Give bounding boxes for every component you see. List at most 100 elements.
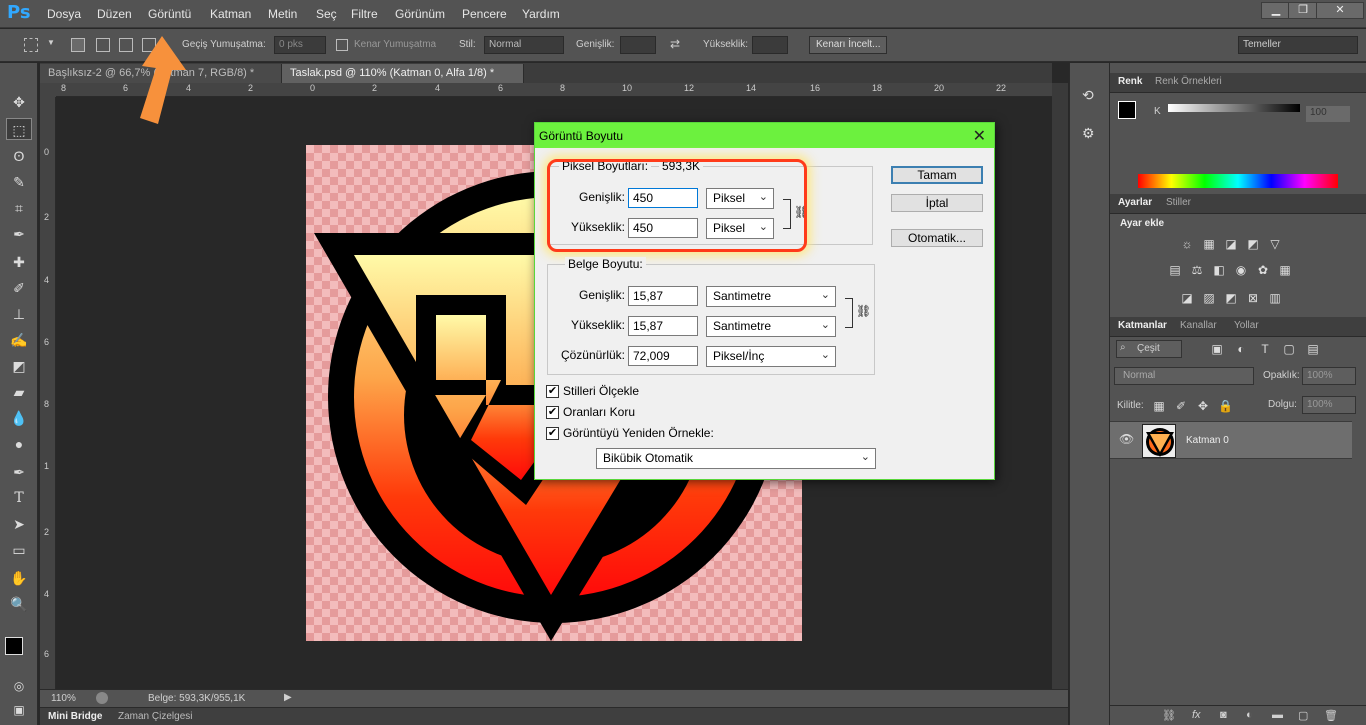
stamp-tool-icon[interactable]: ⊥	[6, 303, 32, 325]
adjustment-layer-icon[interactable]: ◐	[1246, 709, 1253, 721]
style-select[interactable]: Normal	[484, 36, 564, 54]
group-icon[interactable]: ▬	[1272, 709, 1283, 721]
color-balance-icon[interactable]: ⚖	[1190, 263, 1204, 277]
status-arrow-icon[interactable]: ▶	[284, 692, 292, 703]
tab-mini-bridge[interactable]: Mini Bridge	[48, 711, 102, 722]
resample-method-select[interactable]: Bikübik Otomatik ⌄	[596, 448, 876, 469]
resample-checkbox[interactable]: ✔	[546, 427, 559, 440]
vibrance-icon[interactable]: ▽	[1268, 237, 1282, 251]
tab-channels[interactable]: Kanallar	[1180, 320, 1217, 331]
tab-layers[interactable]: Katmanlar	[1118, 320, 1167, 331]
doc-height-input[interactable]: 15,87	[628, 316, 698, 336]
new-layer-icon[interactable]: ▢	[1298, 709, 1308, 722]
filter-adjustment-icon[interactable]: ◐	[1234, 342, 1248, 356]
workspace-select[interactable]: Temeller	[1238, 36, 1358, 54]
zoom-level[interactable]: 110%	[51, 693, 76, 704]
minimize-icon[interactable]: ▁	[1261, 2, 1291, 19]
hand-tool-icon[interactable]: ✋	[6, 567, 32, 589]
share-icon[interactable]	[96, 692, 108, 704]
foreground-color-swatch[interactable]	[5, 637, 23, 655]
fx-icon[interactable]: fx	[1192, 709, 1201, 721]
threshold-icon[interactable]: ◩	[1224, 291, 1238, 305]
bw-icon[interactable]: ◧	[1212, 263, 1226, 277]
mask-icon[interactable]: ◙	[1220, 709, 1227, 721]
doc-width-unit-select[interactable]: Santimetre ⌄	[706, 286, 836, 307]
gradient-map-icon[interactable]: ▥	[1268, 291, 1282, 305]
doc-width-input[interactable]: 15,87	[628, 286, 698, 306]
lasso-tool-icon[interactable]: ʘ	[6, 145, 32, 167]
vertical-scrollbar[interactable]	[1052, 83, 1068, 689]
tab-color[interactable]: Renk	[1118, 76, 1142, 87]
trash-icon[interactable]: 🗑	[1324, 709, 1338, 722]
pen-tool-icon[interactable]: ✒	[6, 461, 32, 483]
refine-edge-button[interactable]: Kenarı İncelt...	[809, 36, 888, 54]
close-icon[interactable]: ✕	[973, 126, 986, 146]
close-icon[interactable]: ✕	[1316, 2, 1364, 19]
gradient-tool-icon[interactable]: ▰	[6, 381, 32, 403]
chevron-down-icon[interactable]: ▼	[47, 38, 55, 47]
scale-styles-checkbox[interactable]: ✔	[546, 385, 559, 398]
photo-filter-icon[interactable]: ◉	[1234, 263, 1248, 277]
hue-icon[interactable]: ▤	[1168, 263, 1182, 277]
curves-icon[interactable]: ◪	[1224, 237, 1238, 251]
layer-name[interactable]: Katman 0	[1186, 435, 1229, 446]
layer-row[interactable]: 👁 Katman 0	[1110, 421, 1352, 459]
filter-smart-icon[interactable]: ▤	[1306, 342, 1320, 356]
marquee-preset-icon[interactable]	[24, 38, 38, 52]
healing-brush-icon[interactable]: ✚	[6, 251, 32, 273]
color-foreground-swatch[interactable]	[1118, 101, 1136, 119]
auto-button[interactable]: Otomatik...	[891, 229, 983, 247]
cancel-button[interactable]: İptal	[891, 194, 983, 212]
menu-filter[interactable]: Filtre	[351, 7, 378, 21]
eye-icon[interactable]: 👁	[1119, 432, 1134, 446]
ok-button[interactable]: Tamam	[891, 166, 983, 184]
lock-position-icon[interactable]: ✥	[1196, 399, 1210, 413]
filter-shape-icon[interactable]: ▢	[1282, 342, 1296, 356]
width-input[interactable]	[620, 36, 656, 54]
resolution-input[interactable]: 72,009	[628, 346, 698, 366]
properties-icon[interactable]: ⚙	[1082, 125, 1095, 142]
color-spectrum[interactable]	[1138, 174, 1338, 188]
levels-icon[interactable]: ▦	[1202, 237, 1216, 251]
quick-selection-icon[interactable]: ✎	[6, 171, 32, 193]
path-selection-icon[interactable]: ➤	[6, 513, 32, 535]
antialias-checkbox[interactable]	[336, 39, 348, 51]
tab-styles[interactable]: Stiller	[1166, 197, 1191, 208]
eyedropper-icon[interactable]: ✒	[6, 223, 32, 245]
tab-paths[interactable]: Yollar	[1234, 320, 1259, 331]
height-input[interactable]	[752, 36, 788, 54]
brightness-icon[interactable]: ☼	[1180, 237, 1194, 251]
add-selection-icon[interactable]	[96, 38, 110, 52]
blend-mode-select[interactable]: Normal	[1114, 367, 1254, 385]
new-selection-icon[interactable]	[71, 38, 85, 52]
menu-type[interactable]: Metin	[268, 7, 297, 21]
selective-color-icon[interactable]: ⊠	[1246, 291, 1260, 305]
tab-adjustments[interactable]: Ayarlar	[1118, 197, 1152, 208]
layer-filter-select[interactable]: Çeşit	[1116, 340, 1182, 358]
marquee-tool-icon[interactable]: ⬚	[6, 118, 32, 140]
resolution-unit-select[interactable]: Piksel/İnç ⌄	[706, 346, 836, 367]
constrain-checkbox[interactable]: ✔	[546, 406, 559, 419]
color-lookup-icon[interactable]: ▦	[1278, 263, 1292, 277]
menu-help[interactable]: Yardım	[522, 7, 560, 21]
tab-swatches[interactable]: Renk Örnekleri	[1155, 76, 1222, 87]
filter-type-icon[interactable]: T	[1258, 342, 1272, 356]
crop-tool-icon[interactable]: ⌗	[6, 197, 32, 219]
k-value-input[interactable]: 100	[1306, 106, 1350, 122]
tab-timeline[interactable]: Zaman Çizelgesi	[118, 711, 192, 722]
menu-file[interactable]: Dosya	[47, 7, 81, 21]
filter-pixel-icon[interactable]: ▣	[1210, 342, 1224, 356]
menu-select[interactable]: Seç	[316, 7, 337, 21]
menu-layer[interactable]: Katman	[210, 7, 251, 21]
shape-tool-icon[interactable]: ▭	[6, 539, 32, 561]
swap-icon[interactable]: ⇄	[670, 37, 680, 51]
history-icon[interactable]: ⟲	[1082, 87, 1094, 104]
menu-image[interactable]: Görüntü	[148, 7, 191, 21]
tab-document-2[interactable]: Taslak.psd @ 110% (Katman 0, Alfa 1/8) *	[282, 64, 524, 83]
dodge-tool-icon[interactable]: ●	[6, 433, 32, 455]
k-slider[interactable]	[1168, 104, 1300, 112]
lock-transparent-icon[interactable]: ▦	[1152, 399, 1166, 413]
blur-tool-icon[interactable]: 💧	[6, 407, 32, 429]
menu-edit[interactable]: Düzen	[97, 7, 132, 21]
restore-icon[interactable]: ❐	[1288, 2, 1318, 19]
